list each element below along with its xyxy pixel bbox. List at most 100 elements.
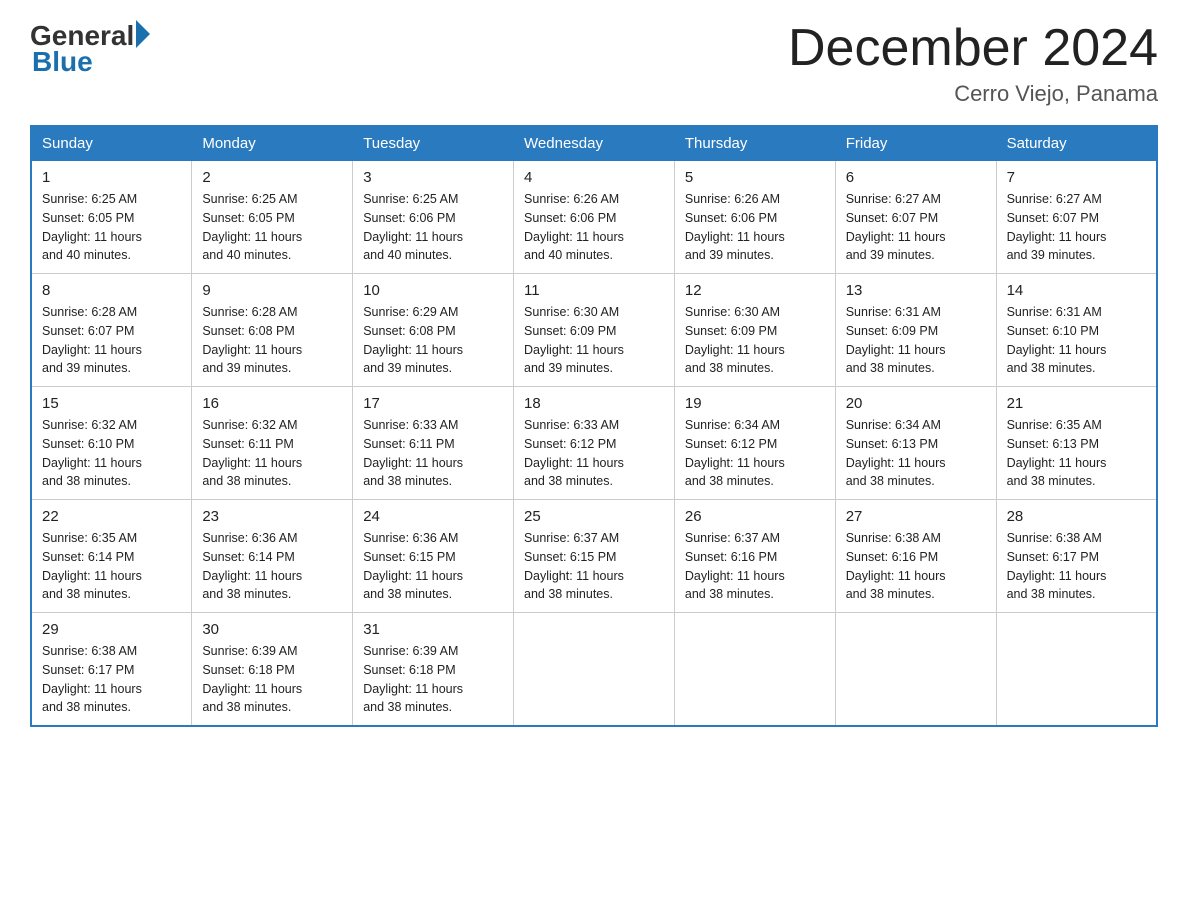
calendar-cell: 4 Sunrise: 6:26 AMSunset: 6:06 PMDayligh… xyxy=(514,161,675,274)
calendar-header-row: SundayMondayTuesdayWednesdayThursdayFrid… xyxy=(31,126,1157,161)
day-number: 21 xyxy=(1007,395,1146,412)
day-number: 27 xyxy=(846,508,986,525)
day-info: Sunrise: 6:39 AMSunset: 6:18 PMDaylight:… xyxy=(202,644,302,714)
day-number: 17 xyxy=(363,395,503,412)
column-header-wednesday: Wednesday xyxy=(514,126,675,161)
title-block: December 2024 Cerro Viejo, Panama xyxy=(788,20,1158,107)
calendar-cell: 27 Sunrise: 6:38 AMSunset: 6:16 PMDaylig… xyxy=(835,500,996,613)
calendar-cell: 23 Sunrise: 6:36 AMSunset: 6:14 PMDaylig… xyxy=(192,500,353,613)
day-number: 4 xyxy=(524,169,664,186)
day-number: 28 xyxy=(1007,508,1146,525)
day-number: 12 xyxy=(685,282,825,299)
day-info: Sunrise: 6:33 AMSunset: 6:11 PMDaylight:… xyxy=(363,418,463,488)
calendar-week-row: 1 Sunrise: 6:25 AMSunset: 6:05 PMDayligh… xyxy=(31,161,1157,274)
day-info: Sunrise: 6:38 AMSunset: 6:16 PMDaylight:… xyxy=(846,531,946,601)
column-header-tuesday: Tuesday xyxy=(353,126,514,161)
column-header-thursday: Thursday xyxy=(674,126,835,161)
calendar-cell: 15 Sunrise: 6:32 AMSunset: 6:10 PMDaylig… xyxy=(31,387,192,500)
calendar-cell: 6 Sunrise: 6:27 AMSunset: 6:07 PMDayligh… xyxy=(835,161,996,274)
day-info: Sunrise: 6:39 AMSunset: 6:18 PMDaylight:… xyxy=(363,644,463,714)
calendar-cell: 11 Sunrise: 6:30 AMSunset: 6:09 PMDaylig… xyxy=(514,274,675,387)
calendar-cell: 29 Sunrise: 6:38 AMSunset: 6:17 PMDaylig… xyxy=(31,613,192,727)
day-number: 15 xyxy=(42,395,181,412)
day-info: Sunrise: 6:35 AMSunset: 6:14 PMDaylight:… xyxy=(42,531,142,601)
calendar-cell: 18 Sunrise: 6:33 AMSunset: 6:12 PMDaylig… xyxy=(514,387,675,500)
day-number: 14 xyxy=(1007,282,1146,299)
day-number: 8 xyxy=(42,282,181,299)
day-number: 7 xyxy=(1007,169,1146,186)
day-info: Sunrise: 6:37 AMSunset: 6:16 PMDaylight:… xyxy=(685,531,785,601)
calendar-cell: 1 Sunrise: 6:25 AMSunset: 6:05 PMDayligh… xyxy=(31,161,192,274)
day-number: 19 xyxy=(685,395,825,412)
calendar-cell: 20 Sunrise: 6:34 AMSunset: 6:13 PMDaylig… xyxy=(835,387,996,500)
day-number: 29 xyxy=(42,621,181,638)
day-info: Sunrise: 6:28 AMSunset: 6:07 PMDaylight:… xyxy=(42,305,142,375)
calendar-cell: 10 Sunrise: 6:29 AMSunset: 6:08 PMDaylig… xyxy=(353,274,514,387)
day-number: 5 xyxy=(685,169,825,186)
day-number: 30 xyxy=(202,621,342,638)
day-info: Sunrise: 6:27 AMSunset: 6:07 PMDaylight:… xyxy=(846,192,946,262)
calendar-cell: 12 Sunrise: 6:30 AMSunset: 6:09 PMDaylig… xyxy=(674,274,835,387)
calendar-table: SundayMondayTuesdayWednesdayThursdayFrid… xyxy=(30,125,1158,727)
day-info: Sunrise: 6:33 AMSunset: 6:12 PMDaylight:… xyxy=(524,418,624,488)
day-number: 20 xyxy=(846,395,986,412)
calendar-cell: 13 Sunrise: 6:31 AMSunset: 6:09 PMDaylig… xyxy=(835,274,996,387)
day-info: Sunrise: 6:25 AMSunset: 6:06 PMDaylight:… xyxy=(363,192,463,262)
day-number: 18 xyxy=(524,395,664,412)
calendar-cell: 5 Sunrise: 6:26 AMSunset: 6:06 PMDayligh… xyxy=(674,161,835,274)
day-info: Sunrise: 6:32 AMSunset: 6:11 PMDaylight:… xyxy=(202,418,302,488)
day-info: Sunrise: 6:25 AMSunset: 6:05 PMDaylight:… xyxy=(42,192,142,262)
logo-triangle-icon xyxy=(136,20,150,48)
calendar-cell xyxy=(514,613,675,727)
column-header-friday: Friday xyxy=(835,126,996,161)
calendar-week-row: 22 Sunrise: 6:35 AMSunset: 6:14 PMDaylig… xyxy=(31,500,1157,613)
calendar-cell: 9 Sunrise: 6:28 AMSunset: 6:08 PMDayligh… xyxy=(192,274,353,387)
day-number: 23 xyxy=(202,508,342,525)
day-number: 13 xyxy=(846,282,986,299)
day-info: Sunrise: 6:31 AMSunset: 6:10 PMDaylight:… xyxy=(1007,305,1107,375)
calendar-cell: 19 Sunrise: 6:34 AMSunset: 6:12 PMDaylig… xyxy=(674,387,835,500)
calendar-week-row: 29 Sunrise: 6:38 AMSunset: 6:17 PMDaylig… xyxy=(31,613,1157,727)
location-title: Cerro Viejo, Panama xyxy=(788,81,1158,107)
day-number: 26 xyxy=(685,508,825,525)
day-number: 22 xyxy=(42,508,181,525)
day-info: Sunrise: 6:38 AMSunset: 6:17 PMDaylight:… xyxy=(1007,531,1107,601)
day-info: Sunrise: 6:35 AMSunset: 6:13 PMDaylight:… xyxy=(1007,418,1107,488)
day-info: Sunrise: 6:32 AMSunset: 6:10 PMDaylight:… xyxy=(42,418,142,488)
day-info: Sunrise: 6:38 AMSunset: 6:17 PMDaylight:… xyxy=(42,644,142,714)
day-info: Sunrise: 6:26 AMSunset: 6:06 PMDaylight:… xyxy=(685,192,785,262)
day-info: Sunrise: 6:27 AMSunset: 6:07 PMDaylight:… xyxy=(1007,192,1107,262)
day-number: 3 xyxy=(363,169,503,186)
day-info: Sunrise: 6:25 AMSunset: 6:05 PMDaylight:… xyxy=(202,192,302,262)
calendar-cell: 21 Sunrise: 6:35 AMSunset: 6:13 PMDaylig… xyxy=(996,387,1157,500)
day-info: Sunrise: 6:37 AMSunset: 6:15 PMDaylight:… xyxy=(524,531,624,601)
calendar-cell: 17 Sunrise: 6:33 AMSunset: 6:11 PMDaylig… xyxy=(353,387,514,500)
calendar-cell xyxy=(835,613,996,727)
day-info: Sunrise: 6:30 AMSunset: 6:09 PMDaylight:… xyxy=(685,305,785,375)
page-header: General Blue December 2024 Cerro Viejo, … xyxy=(30,20,1158,107)
calendar-week-row: 8 Sunrise: 6:28 AMSunset: 6:07 PMDayligh… xyxy=(31,274,1157,387)
calendar-cell xyxy=(674,613,835,727)
day-number: 16 xyxy=(202,395,342,412)
day-number: 1 xyxy=(42,169,181,186)
day-number: 11 xyxy=(524,282,664,299)
day-number: 2 xyxy=(202,169,342,186)
calendar-cell: 16 Sunrise: 6:32 AMSunset: 6:11 PMDaylig… xyxy=(192,387,353,500)
day-info: Sunrise: 6:30 AMSunset: 6:09 PMDaylight:… xyxy=(524,305,624,375)
calendar-cell: 3 Sunrise: 6:25 AMSunset: 6:06 PMDayligh… xyxy=(353,161,514,274)
day-info: Sunrise: 6:29 AMSunset: 6:08 PMDaylight:… xyxy=(363,305,463,375)
column-header-saturday: Saturday xyxy=(996,126,1157,161)
calendar-cell: 14 Sunrise: 6:31 AMSunset: 6:10 PMDaylig… xyxy=(996,274,1157,387)
calendar-week-row: 15 Sunrise: 6:32 AMSunset: 6:10 PMDaylig… xyxy=(31,387,1157,500)
day-info: Sunrise: 6:26 AMSunset: 6:06 PMDaylight:… xyxy=(524,192,624,262)
day-info: Sunrise: 6:36 AMSunset: 6:14 PMDaylight:… xyxy=(202,531,302,601)
day-number: 25 xyxy=(524,508,664,525)
calendar-cell xyxy=(996,613,1157,727)
calendar-cell: 31 Sunrise: 6:39 AMSunset: 6:18 PMDaylig… xyxy=(353,613,514,727)
day-number: 10 xyxy=(363,282,503,299)
day-number: 31 xyxy=(363,621,503,638)
day-info: Sunrise: 6:34 AMSunset: 6:13 PMDaylight:… xyxy=(846,418,946,488)
calendar-cell: 26 Sunrise: 6:37 AMSunset: 6:16 PMDaylig… xyxy=(674,500,835,613)
logo-blue: Blue xyxy=(32,46,150,78)
calendar-cell: 2 Sunrise: 6:25 AMSunset: 6:05 PMDayligh… xyxy=(192,161,353,274)
